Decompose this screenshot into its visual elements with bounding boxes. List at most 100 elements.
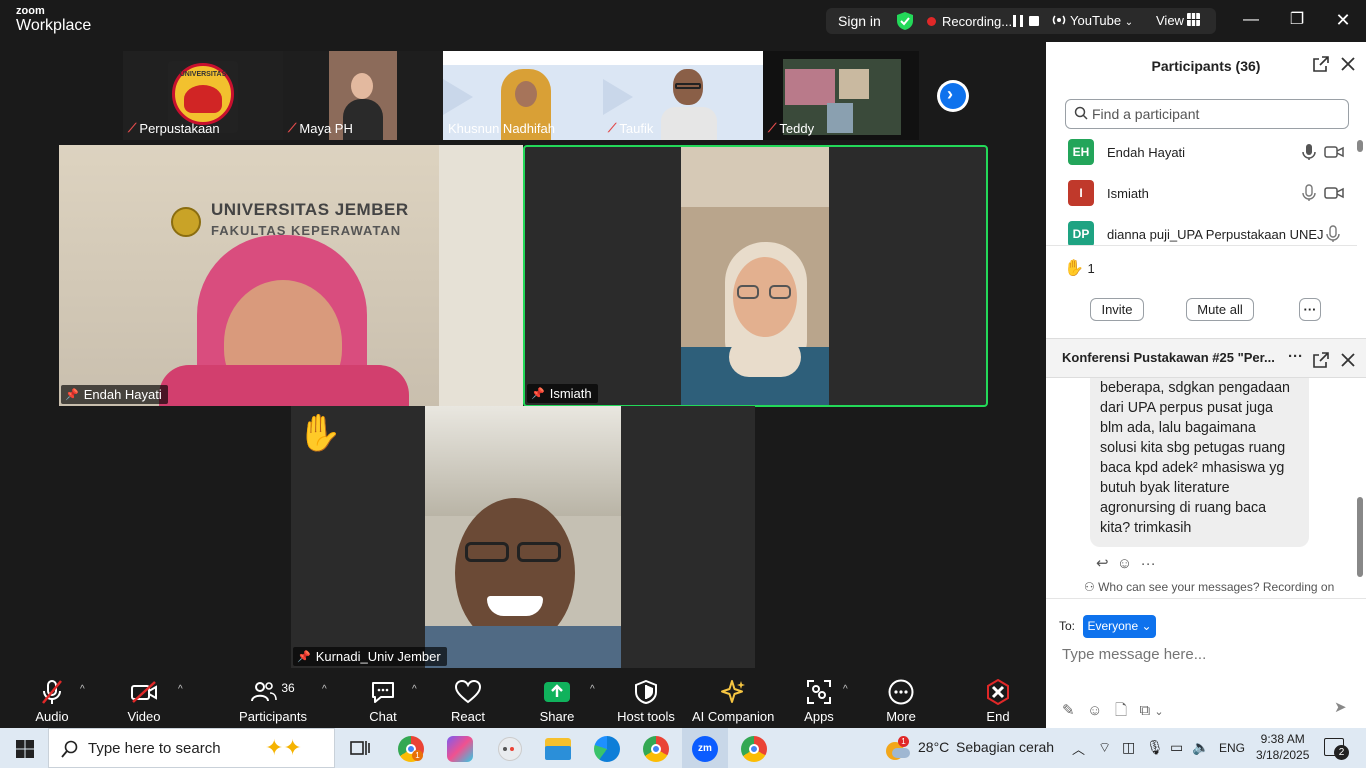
thumb-tile[interactable]: ⟋ Teddy <box>763 51 919 140</box>
thumb-tile[interactable]: UNIVERSITAS ⟋ Perpustakaan <box>123 51 283 140</box>
participant-search[interactable] <box>1065 99 1349 129</box>
video-options-chevron-icon[interactable]: ^ <box>178 684 183 695</box>
emoji-icon[interactable]: ☺ <box>1087 702 1102 719</box>
chat-message-input[interactable] <box>1062 646 1352 663</box>
chrome-profile-icon[interactable] <box>643 736 669 762</box>
add-reaction-icon[interactable]: ☺ <box>1117 555 1132 572</box>
more-options-button[interactable]: ··· <box>1299 298 1321 321</box>
view-button[interactable]: View <box>1156 13 1184 28</box>
mic-icon[interactable] <box>1300 184 1318 202</box>
ai-companion-label: AI Companion <box>692 709 775 724</box>
mic-icon[interactable] <box>1300 143 1318 161</box>
video-tile-endah[interactable]: UNIVERSITAS JEMBER FAKULTAS KEPERAWATAN … <box>59 145 523 406</box>
chrome-second-icon[interactable] <box>741 736 767 762</box>
share-button[interactable]: Share <box>536 678 578 724</box>
edge-icon[interactable] <box>594 736 620 762</box>
more-button[interactable]: More <box>880 678 922 724</box>
chat-scrollbar[interactable] <box>1357 497 1363 577</box>
battery-icon[interactable]: ▭ <box>1170 739 1183 756</box>
video-tile-ismiath[interactable]: 📌 Ismiath <box>523 145 988 407</box>
task-view-icon[interactable] <box>350 739 370 757</box>
language-indicator[interactable]: ENG <box>1219 741 1245 755</box>
participants-options-chevron-icon[interactable]: ^ <box>322 684 327 695</box>
apps-button[interactable]: Apps <box>798 678 840 724</box>
notifications-icon[interactable]: 2 <box>1324 738 1349 760</box>
chat-button[interactable]: Chat <box>362 678 404 724</box>
thumb-name: Perpustakaan <box>139 121 220 136</box>
video-camera-icon[interactable] <box>1324 143 1344 161</box>
participant-row[interactable]: I Ismiath <box>1068 176 1358 210</box>
maximize-button[interactable]: ❐ <box>1282 8 1312 34</box>
file-explorer-icon[interactable] <box>545 738 571 760</box>
copilot-icon[interactable] <box>447 736 473 762</box>
microphone-icon[interactable]: 🎙 <box>1146 739 1164 756</box>
audio-button[interactable]: Audio <box>26 678 78 724</box>
participants-label: Participants <box>239 709 307 724</box>
chat-header: Konferensi Pustakawan #25 "Per... ··· <box>1046 338 1366 378</box>
weather-icon[interactable]: 1 <box>886 736 910 760</box>
format-text-icon[interactable]: ✎ <box>1062 702 1075 719</box>
thumb-tile[interactable]: Khusnun Nadhifah <box>443 51 603 140</box>
file-icon[interactable]: 🗋 <box>1115 702 1127 719</box>
taskbar-search[interactable]: ✦✦ <box>48 728 335 768</box>
chevron-up-icon[interactable]: ︿ <box>1072 739 1085 758</box>
participants-button[interactable]: 36 Participants <box>236 678 310 724</box>
message-more-icon[interactable]: ··· <box>1141 555 1156 572</box>
video-button[interactable]: Video <box>118 678 170 724</box>
network-icon[interactable]: ⌔ <box>1098 739 1111 757</box>
participant-row[interactable]: DP dianna puji_UPA Perpustakaan UNEJ <box>1068 217 1358 245</box>
grid-view-icon[interactable] <box>1187 13 1200 26</box>
chrome-icon[interactable]: 1 <box>398 736 424 762</box>
zoom-app-icon[interactable]: zm <box>692 736 718 762</box>
camera-icon[interactable]: ◫ <box>1122 739 1135 756</box>
app-icon[interactable] <box>498 737 522 761</box>
send-icon[interactable]: ➤ <box>1334 698 1347 716</box>
system-clock[interactable]: 9:38 AM 3/18/2025 <box>1256 731 1309 763</box>
participant-row[interactable]: EH Endah Hayati <box>1068 135 1358 169</box>
weather-description[interactable]: Sebagian cerah <box>956 739 1054 755</box>
sign-in-button[interactable]: Sign in <box>838 13 881 29</box>
end-meeting-button[interactable]: End <box>980 678 1016 724</box>
recipient-dropdown[interactable]: Everyone ⌄ <box>1083 615 1156 638</box>
weather-temp[interactable]: 28°C <box>918 739 949 755</box>
share-options-chevron-icon[interactable]: ^ <box>590 684 595 695</box>
host-tools-button[interactable]: Host tools <box>616 678 676 724</box>
video-tile-kurnadi[interactable]: ✋ 📌 Kurnadi_Univ Jember <box>291 406 755 668</box>
minimize-button[interactable]: — <box>1236 8 1266 34</box>
youtube-stream-button[interactable]: YouTube ⌄ <box>1070 13 1133 28</box>
chat-more-icon[interactable]: ··· <box>1288 348 1303 365</box>
mic-muted-icon: ⟋ <box>128 121 137 135</box>
thumb-tile[interactable]: ⟋ Taufik <box>603 51 763 140</box>
who-can-see-link[interactable]: ⚇ Who can see your messages? Recording o… <box>1084 580 1334 594</box>
popout-icon[interactable] <box>1313 56 1329 72</box>
participants-scrollbar[interactable] <box>1357 140 1363 152</box>
ai-companion-button[interactable]: AI Companion <box>692 678 774 724</box>
chat-close-icon[interactable] <box>1341 353 1355 367</box>
filmstrip-next-button[interactable]: › <box>937 80 969 112</box>
security-shield-icon[interactable] <box>896 11 914 31</box>
video-camera-icon[interactable] <box>1324 184 1344 202</box>
pause-recording-icon[interactable] <box>1013 15 1023 27</box>
chat-popout-icon[interactable] <box>1313 352 1329 368</box>
react-button[interactable]: React <box>446 678 490 724</box>
chevron-down-icon[interactable]: ⌄ <box>1154 706 1163 718</box>
mute-all-button[interactable]: Mute all <box>1186 298 1254 321</box>
participant-search-input[interactable] <box>1092 105 1342 123</box>
speaker-icon[interactable]: 🔈 <box>1192 739 1209 756</box>
invite-button[interactable]: Invite <box>1090 298 1144 321</box>
mic-icon[interactable] <box>1324 225 1342 243</box>
screenshot-icon[interactable]: ⧉ <box>1140 702 1151 719</box>
taskbar-search-input[interactable] <box>88 740 258 757</box>
shoulders-shape <box>159 365 409 406</box>
banner-strip <box>443 51 603 65</box>
windows-start-icon[interactable] <box>16 740 34 758</box>
reply-icon[interactable]: ↩ <box>1096 555 1109 572</box>
stop-recording-icon[interactable] <box>1029 16 1039 26</box>
apps-options-chevron-icon[interactable]: ^ <box>843 684 848 695</box>
close-panel-icon[interactable] <box>1341 57 1355 71</box>
chat-options-chevron-icon[interactable]: ^ <box>412 684 417 695</box>
search-icon <box>61 740 78 758</box>
thumb-tile[interactable]: ⟋ Maya PH <box>283 51 443 140</box>
close-window-button[interactable]: ✕ <box>1328 8 1358 34</box>
audio-options-chevron-icon[interactable]: ^ <box>80 684 85 695</box>
